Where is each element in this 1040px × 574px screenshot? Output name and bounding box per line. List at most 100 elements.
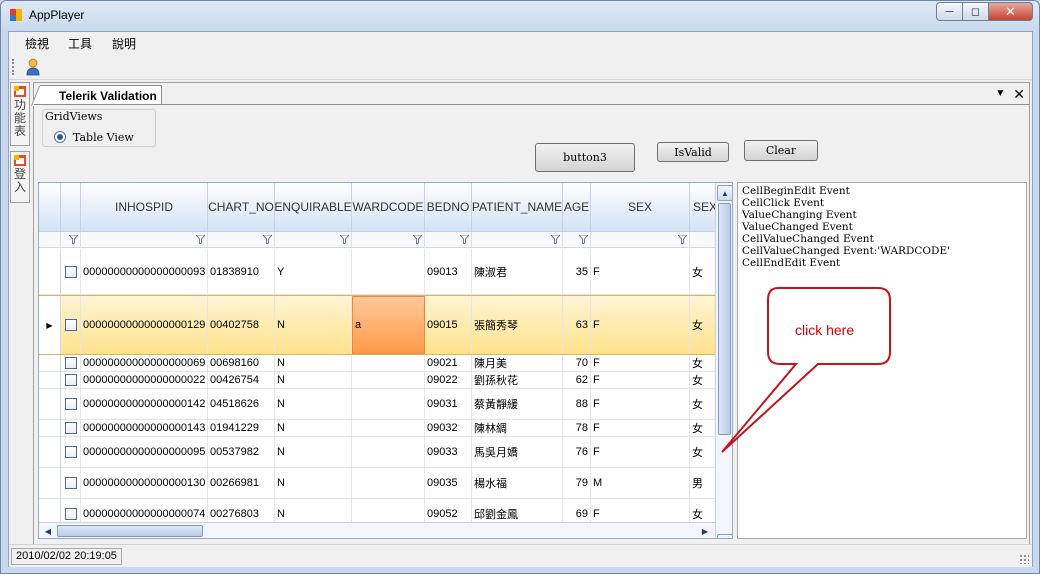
column-header-inhospid[interactable]: INHOSPID [81, 183, 208, 232]
cell-enquirable[interactable]: N [275, 468, 352, 498]
cell-bedno[interactable]: 09015 [425, 296, 472, 354]
cell-wardcode[interactable] [352, 355, 425, 371]
table-row[interactable]: 00000000000000000130 00266981 N 09035 楊水… [39, 468, 716, 499]
scroll-right-icon[interactable]: ▶ [699, 525, 711, 537]
cell-age[interactable]: 62 [563, 372, 591, 388]
cell-age[interactable]: 76 [563, 437, 591, 467]
cell-age[interactable]: 79 [563, 468, 591, 498]
filter-cell[interactable] [591, 232, 690, 248]
cell-age[interactable]: 70 [563, 355, 591, 371]
toolbar-grip-icon[interactable] [12, 59, 15, 75]
cell-bedno[interactable]: 09033 [425, 437, 472, 467]
table-row[interactable]: 00000000000000000095 00537982 N 09033 馬吳… [39, 437, 716, 468]
cell-wardcode[interactable] [352, 372, 425, 388]
column-header-sex-2[interactable]: SEX [690, 183, 716, 232]
cell-wardcode[interactable] [352, 249, 425, 294]
cell-bedno[interactable]: 09021 [425, 355, 472, 371]
cell-wardcode[interactable] [352, 389, 425, 419]
cell-inhospid[interactable]: 00000000000000000129 [81, 296, 208, 354]
cell-age[interactable]: 88 [563, 389, 591, 419]
filter-cell[interactable] [208, 232, 275, 248]
column-header-sex[interactable]: SEX [591, 183, 690, 232]
horizontal-scroll-thumb[interactable] [57, 525, 203, 537]
tab-telerik-validation[interactable]: Telerik Validation [40, 85, 162, 105]
cell-chart-no[interactable]: 00266981 [208, 468, 275, 498]
scroll-down-icon[interactable]: ▼ [717, 534, 732, 538]
maximize-button[interactable]: ◻ [963, 2, 989, 21]
cell-inhospid[interactable]: 00000000000000000142 [81, 389, 208, 419]
cell-enquirable[interactable]: N [275, 355, 352, 371]
filter-cell[interactable] [352, 232, 425, 248]
cell-sex-2[interactable]: 男 [690, 468, 716, 498]
row-checkbox[interactable] [64, 446, 77, 458]
cell-patient-name[interactable]: 陳月美 [472, 355, 563, 371]
cell-age[interactable]: 63 [563, 296, 591, 354]
cell-bedno[interactable]: 09022 [425, 372, 472, 388]
resize-grip-icon[interactable] [1019, 554, 1029, 564]
table-view-radio[interactable] [54, 131, 66, 143]
cell-enquirable[interactable]: N [275, 389, 352, 419]
row-checkbox[interactable] [64, 477, 77, 489]
menu-help[interactable]: 說明 [112, 35, 136, 52]
isvalid-button[interactable]: IsValid [657, 142, 729, 162]
cell-inhospid[interactable]: 00000000000000000143 [81, 420, 208, 436]
filter-cell[interactable] [472, 232, 563, 248]
button3-button[interactable]: button3 [535, 143, 635, 172]
row-checkbox[interactable] [64, 265, 77, 278]
sidebar-tab-menu[interactable]: 功能表 [10, 82, 30, 146]
table-row-current[interactable]: ▶ 00000000000000000129 00402758 N a 0901… [39, 295, 716, 355]
cell-wardcode[interactable] [352, 420, 425, 436]
filter-cell[interactable] [81, 232, 208, 248]
sidebar-tab-login[interactable]: 登入 [10, 151, 30, 203]
table-row[interactable]: 00000000000000000142 04518626 N 09031 蔡黃… [39, 389, 716, 420]
cell-wardcode[interactable] [352, 437, 425, 467]
cell-inhospid[interactable]: 00000000000000000022 [81, 372, 208, 388]
menu-view[interactable]: 檢視 [25, 35, 49, 52]
cell-patient-name[interactable]: 蔡黃靜緩 [472, 389, 563, 419]
row-checkbox[interactable] [64, 398, 77, 410]
cell-enquirable[interactable]: N [275, 296, 352, 354]
cell-sex[interactable]: M [591, 468, 690, 498]
cell-sex[interactable]: F [591, 372, 690, 388]
cell-sex[interactable]: F [591, 389, 690, 419]
minimize-button[interactable]: ─ [936, 2, 963, 21]
cell-age[interactable]: 78 [563, 420, 591, 436]
cell-bedno[interactable]: 09035 [425, 468, 472, 498]
close-button[interactable]: ✕ [989, 2, 1033, 21]
cell-bedno[interactable]: 09013 [425, 249, 472, 294]
dropdown-arrow-icon[interactable]: ▼ [995, 88, 1005, 103]
table-row[interactable]: 00000000000000000022 00426754 N 09022 劉孫… [39, 372, 716, 389]
cell-sex[interactable]: F [591, 296, 690, 354]
cell-patient-name[interactable]: 楊水福 [472, 468, 563, 498]
scroll-up-icon[interactable]: ▲ [717, 185, 732, 201]
cell-age[interactable]: 35 [563, 249, 591, 294]
row-checkbox[interactable] [64, 422, 77, 434]
column-header-enquirable[interactable]: ENQUIRABLE [275, 183, 352, 232]
cell-inhospid[interactable]: 00000000000000000095 [81, 437, 208, 467]
cell-patient-name[interactable]: 劉孫秋花 [472, 372, 563, 388]
column-header-bedno[interactable]: BEDNO [425, 183, 472, 232]
column-header-wardcode[interactable]: WARDCODE [352, 183, 425, 232]
cell-chart-no[interactable]: 00537982 [208, 437, 275, 467]
cell-chart-no[interactable]: 00698160 [208, 355, 275, 371]
table-row[interactable]: 00000000000000000143 01941229 N 09032 陳林… [39, 420, 716, 437]
row-checkbox[interactable] [64, 319, 77, 331]
cell-bedno[interactable]: 09031 [425, 389, 472, 419]
table-row[interactable]: 00000000000000000069 00698160 N 09021 陳月… [39, 355, 716, 372]
cell-enquirable[interactable]: N [275, 437, 352, 467]
title-bar[interactable]: AppPlayer ─ ◻ ✕ [1, 1, 1039, 31]
cell-chart-no[interactable]: 00426754 [208, 372, 275, 388]
cell-sex[interactable]: F [591, 437, 690, 467]
cell-chart-no[interactable]: 01941229 [208, 420, 275, 436]
menu-tools[interactable]: 工具 [68, 35, 92, 52]
cell-chart-no[interactable]: 00402758 [208, 296, 275, 354]
cell-sex[interactable]: F [591, 420, 690, 436]
cell-chart-no[interactable]: 01838910 [208, 249, 275, 294]
cell-wardcode-editing[interactable]: a [352, 296, 425, 354]
row-checkbox[interactable] [64, 357, 77, 369]
cell-patient-name[interactable]: 張簡秀琴 [472, 296, 563, 354]
filter-cell[interactable] [425, 232, 472, 248]
filter-cell[interactable] [61, 232, 81, 248]
row-checkbox[interactable] [64, 374, 77, 386]
column-header-chart-no[interactable]: CHART_NO [208, 183, 275, 232]
